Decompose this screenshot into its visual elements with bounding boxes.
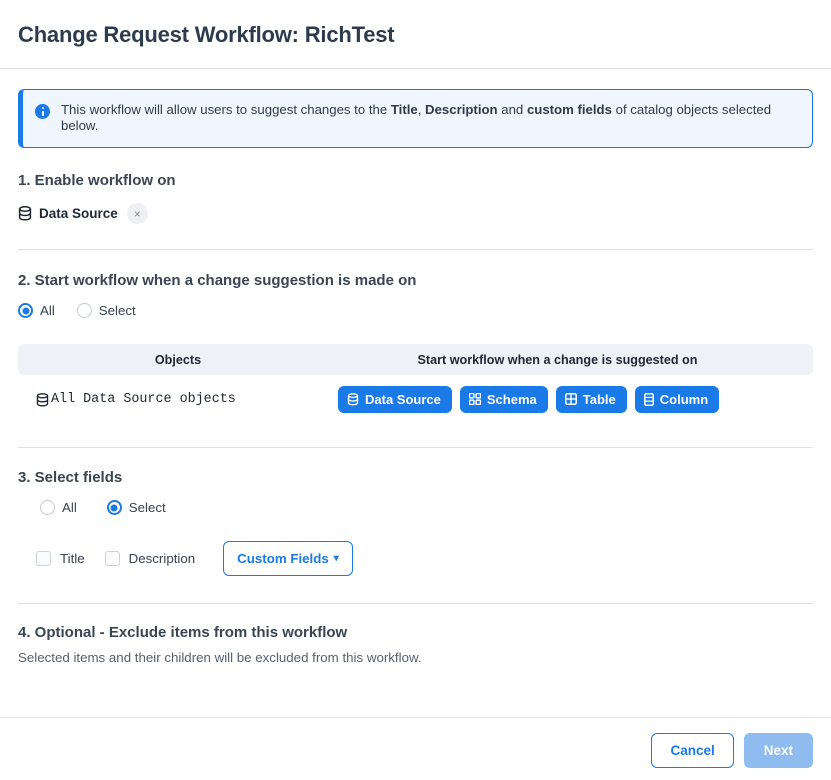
section4-subtitle: Selected items and their children will b… <box>18 650 422 665</box>
radio-fields-select[interactable]: Select <box>106 500 166 515</box>
pill-label: Schema <box>486 391 537 407</box>
radio-fields-all-control[interactable] <box>40 500 55 515</box>
page-title: Change Request Workflow: RichTest <box>18 22 395 47</box>
checkbox-description[interactable]: Description <box>104 551 196 566</box>
banner-text-2: , <box>417 102 426 117</box>
database-icon <box>347 392 359 406</box>
pill-column[interactable]: Column <box>634 385 720 413</box>
banner-text-3: and <box>497 102 527 117</box>
section4-title: 4. Optional - Exclude items from this wo… <box>18 624 348 641</box>
radio-fields-select-label: Select <box>128 500 166 515</box>
page-header: Change Request Workflow: RichTest <box>0 0 831 68</box>
pill-data-source[interactable]: Data Source <box>338 385 452 413</box>
checkbox-description-label: Description <box>128 551 196 566</box>
pill-label: Column <box>659 391 709 407</box>
info-circle-icon <box>35 104 50 119</box>
section-enable-workflow: 1. Enable workflow on Data Source × <box>0 148 831 224</box>
radio-fields-all-label: All <box>62 500 77 515</box>
section-select-fields: 3. Select fields All Select Title Descri… <box>0 448 831 576</box>
custom-fields-label: Custom Fields <box>237 551 329 566</box>
table-header-row: Objects Start workflow when a change is … <box>18 344 813 375</box>
banner-text-1: This workflow will allow users to sugges… <box>61 102 391 117</box>
section2-radio-group: All Select <box>18 303 813 318</box>
radio-fields-select-control[interactable] <box>106 500 122 515</box>
next-button[interactable]: Next <box>743 733 813 768</box>
banner-bold-description: Description <box>425 102 498 117</box>
checkbox-title-label: Title <box>60 551 85 566</box>
table-row: All Data Source objects Data Source Sche… <box>18 375 813 423</box>
database-icon <box>36 391 49 407</box>
pill-schema[interactable]: Schema <box>459 385 548 413</box>
section2-title: 2. Start workflow when a change suggesti… <box>18 272 417 289</box>
schema-grid-icon <box>468 393 481 405</box>
radio-start-all-control[interactable] <box>18 303 33 318</box>
checkbox-title-control[interactable] <box>36 551 51 566</box>
section3-radio-group: All Select <box>40 500 813 515</box>
chip-label: Data Source <box>39 206 118 221</box>
footer-buttons: Cancel Next <box>0 718 831 768</box>
radio-start-all[interactable]: All <box>18 303 55 318</box>
banner-bold-custom-fields: custom fields <box>526 102 612 117</box>
pill-table[interactable]: Table <box>555 385 627 413</box>
radio-start-all-label: All <box>40 303 55 318</box>
checkbox-title[interactable]: Title <box>36 551 85 566</box>
section-start-workflow: 2. Start workflow when a change suggesti… <box>0 250 831 318</box>
table-header-start: Start workflow when a change is suggeste… <box>417 352 698 367</box>
info-banner-text: This workflow will allow users to sugges… <box>61 102 798 134</box>
radio-start-select[interactable]: Select <box>76 303 136 318</box>
column-icon <box>643 392 654 406</box>
custom-fields-dropdown-button[interactable]: Custom Fields ▾ <box>223 541 353 576</box>
checkbox-description-control[interactable] <box>104 551 120 566</box>
pill-label: Table <box>582 391 616 407</box>
fields-checkbox-row: Title Description Custom Fields ▾ <box>36 541 813 576</box>
chip-remove-button[interactable]: × <box>126 203 148 224</box>
chip-data-source: Data Source <box>18 206 118 221</box>
page-footer: Cancel Next <box>0 717 831 780</box>
table-row-object-label: All Data Source objects <box>51 391 236 407</box>
chevron-down-icon: ▾ <box>333 553 339 564</box>
section3-title: 3. Select fields <box>18 469 123 486</box>
info-banner: This workflow will allow users to sugges… <box>18 89 813 148</box>
enabled-object-chip-row: Data Source × <box>18 203 813 224</box>
table-grid-icon <box>564 393 577 405</box>
section-exclude-items: 4. Optional - Exclude items from this wo… <box>0 604 831 665</box>
objects-table: Objects Start workflow when a change is … <box>18 344 813 423</box>
table-header-objects: Objects <box>154 352 202 367</box>
radio-fields-all[interactable]: All <box>40 500 77 515</box>
info-banner-wrapper: This workflow will allow users to sugges… <box>0 69 831 148</box>
banner-bold-title: Title <box>390 102 418 117</box>
radio-start-select-label: Select <box>98 303 136 318</box>
table-row-object: All Data Source objects <box>18 391 338 407</box>
cancel-button[interactable]: Cancel <box>651 733 734 768</box>
database-icon <box>18 206 32 221</box>
change-request-workflow-page: Change Request Workflow: RichTest This w… <box>0 0 831 780</box>
section1-title: 1. Enable workflow on <box>18 172 176 189</box>
radio-start-select-control[interactable] <box>76 303 92 318</box>
pill-label: Data Source <box>365 391 441 407</box>
table-row-pills: Data Source Schema Table Column <box>338 385 813 413</box>
